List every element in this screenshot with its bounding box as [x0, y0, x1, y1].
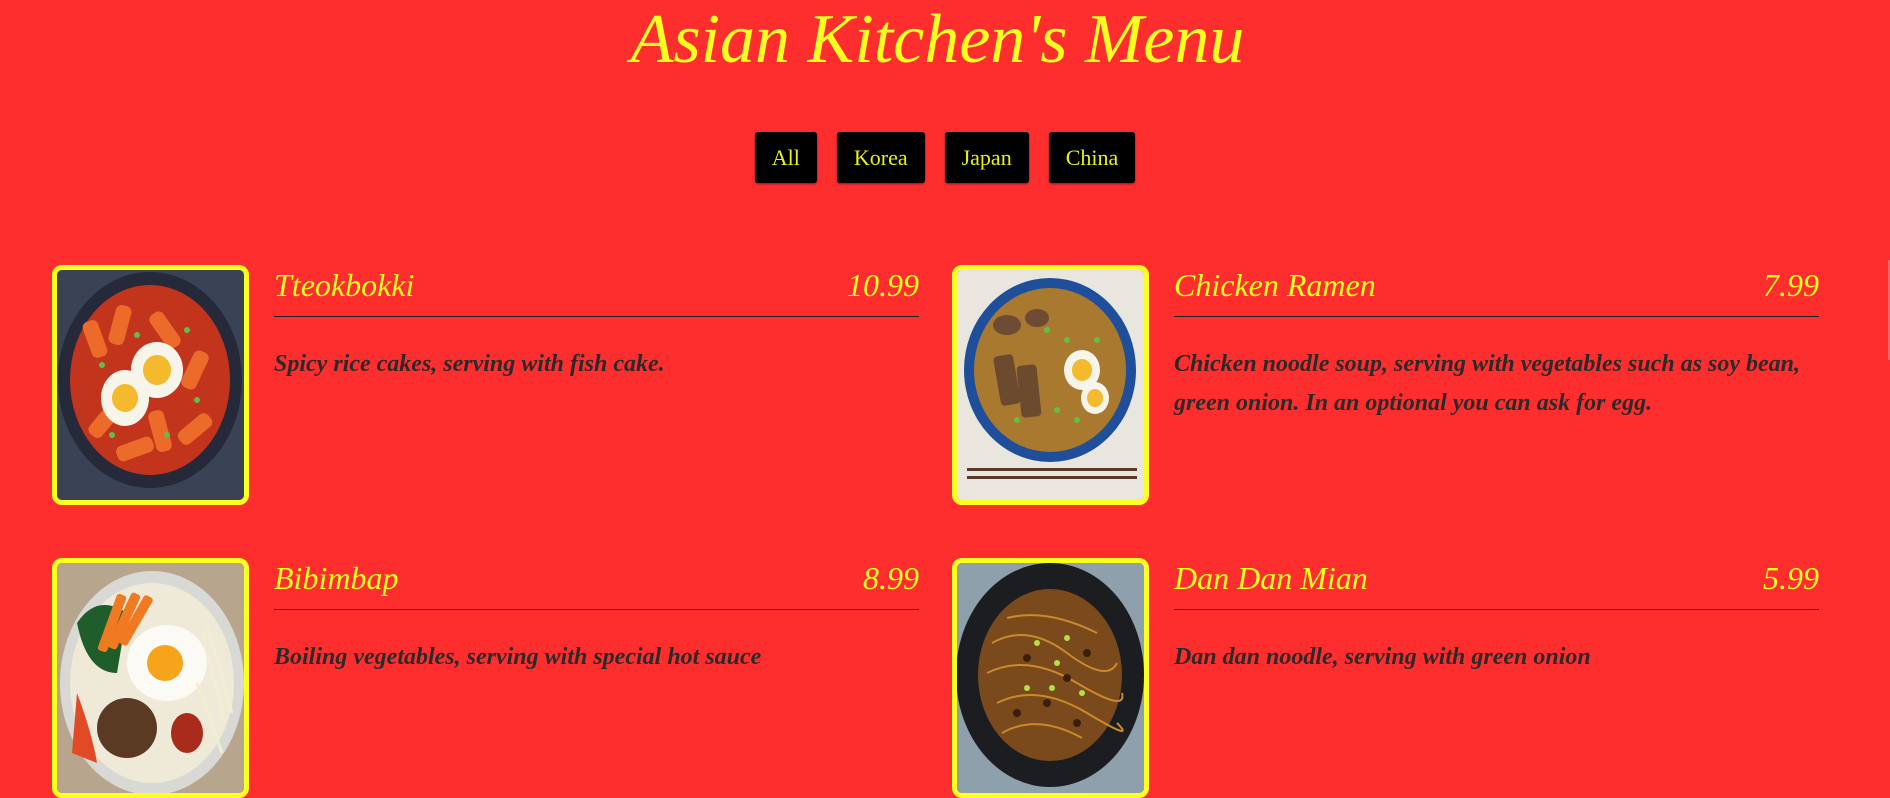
filter-japan-button[interactable]: Japan — [944, 132, 1029, 183]
item-description: Dan dan noodle, serving with green onion — [1174, 644, 1591, 670]
item-description: Spicy rice cakes, serving with fish cake… — [274, 351, 665, 377]
item-header: Tteokbokki 10.99 — [274, 265, 919, 317]
page-title: Asian Kitchen's Menu — [630, 1, 1245, 78]
menu-item-dan-dan-mian: Dan Dan Mian 5.99 Dan dan noodle, servin… — [952, 558, 1822, 798]
category-filter-bar: All Korea Japan China — [0, 132, 1890, 183]
filter-china-button[interactable]: China — [1048, 132, 1136, 183]
item-header: Chicken Ramen 7.99 — [1174, 265, 1819, 317]
menu-item-chicken-ramen: Chicken Ramen 7.99 Chicken noodle soup, … — [952, 265, 1822, 505]
filter-korea-button[interactable]: Korea — [836, 132, 925, 183]
item-price: 10.99 — [847, 267, 919, 303]
item-name: Bibimbap — [274, 560, 399, 596]
menu-item-bibimbap: Bibimbap 8.99 Boiling vegetables, servin… — [52, 558, 922, 798]
item-name: Dan Dan Mian — [1174, 560, 1368, 596]
bibimbap-photo — [52, 558, 249, 798]
item-price: 5.99 — [1763, 560, 1819, 596]
item-header: Dan Dan Mian 5.99 — [1174, 558, 1819, 610]
item-price: 8.99 — [863, 560, 919, 596]
item-description: Chicken noodle soup, serving with vegeta… — [1174, 351, 1801, 416]
filter-all-button[interactable]: All — [754, 132, 817, 183]
item-description: Boiling vegetables, serving with special… — [274, 644, 762, 670]
tteokbokki-photo — [52, 265, 249, 505]
menu-item-tteokbokki: Tteokbokki 10.99 Spicy rice cakes, servi… — [52, 265, 922, 505]
item-name: Chicken Ramen — [1174, 267, 1376, 303]
chicken-ramen-photo — [952, 265, 1149, 505]
dan-dan-mian-photo — [952, 558, 1149, 798]
item-header: Bibimbap 8.99 — [274, 558, 919, 610]
item-name: Tteokbokki — [274, 267, 415, 303]
item-price: 7.99 — [1763, 267, 1819, 303]
